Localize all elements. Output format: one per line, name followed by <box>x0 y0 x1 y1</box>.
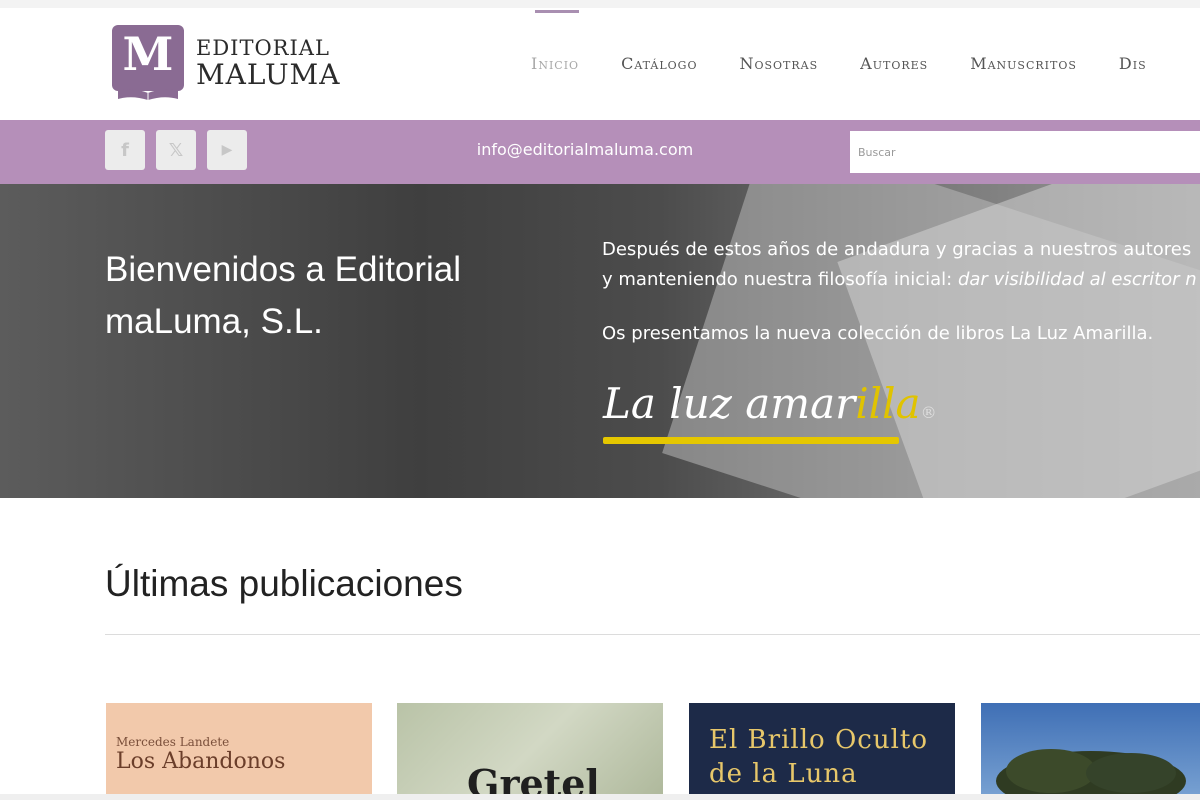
logo-line-1: EDITORIAL <box>196 35 330 60</box>
book-title: Los Abandonos <box>116 749 286 774</box>
collection-logo-text: La luz amarilla® <box>603 379 937 428</box>
book-cover[interactable]: Gretel <box>397 703 663 800</box>
collection-logo-post: lla <box>868 379 921 428</box>
collection-logo-underline <box>603 437 899 444</box>
search-input[interactable] <box>850 131 1200 173</box>
top-border <box>0 0 1200 8</box>
x-twitter-icon[interactable]: 𝕏 <box>156 130 196 170</box>
book-author: Mercedes Landete <box>116 735 230 749</box>
collection-logo-accent: i <box>855 379 869 428</box>
hero-paragraph-1-line-1: Después de estos años de andadura y grac… <box>602 239 1192 260</box>
registered-mark: ® <box>920 403 937 422</box>
hero-paragraph-1-line-2: y manteniendo nuestra filosofía inicial: <box>602 269 958 290</box>
nav-item-autores[interactable]: Autores <box>839 8 949 120</box>
nav-item-truncated[interactable]: Dis <box>1098 8 1168 120</box>
hero-banner: Bienvenidos a Editorial maLuma, S.L. Des… <box>0 184 1200 498</box>
book-title: El Brillo Oculto de la Luna <box>709 725 928 789</box>
youtube-icon[interactable]: ▶ <box>207 130 247 170</box>
nav-item-nosotras[interactable]: Nosotras <box>718 8 839 120</box>
hero-paragraph-1-italic: dar visibilidad al escritor n <box>957 269 1197 290</box>
collection-logo-pre: La luz amar <box>603 379 856 428</box>
logo-text: EDITORIAL MALUMA <box>196 35 341 91</box>
hero-paragraph-1: Después de estos años de andadura y grac… <box>602 235 1200 295</box>
book-cover[interactable] <box>981 703 1200 800</box>
logo-letter: M <box>122 27 174 81</box>
site-logo[interactable]: M EDITORIAL MALUMA <box>112 25 340 101</box>
nav-item-manuscritos[interactable]: Manuscritos <box>949 8 1098 120</box>
main-nav: Inicio Catálogo Nosotras Autores Manuscr… <box>510 8 1168 120</box>
bottom-scroll-strip <box>0 794 1200 800</box>
logo-line-2: MALUMA <box>196 57 341 91</box>
hero-paragraph-2: Os presentamos la nueva colección de lib… <box>602 323 1154 344</box>
nav-item-catalogo[interactable]: Catálogo <box>600 8 718 120</box>
tree-illustration <box>996 749 1186 800</box>
facebook-icon[interactable]: f <box>105 130 145 170</box>
hero-title: Bienvenidos a Editorial maLuma, S.L. <box>105 250 462 341</box>
collection-logo[interactable]: La luz amarilla® <box>603 379 937 444</box>
open-book-icon <box>118 89 178 100</box>
nav-item-inicio[interactable]: Inicio <box>510 8 600 120</box>
book-cover[interactable]: El Brillo Oculto de la Luna <box>689 703 955 800</box>
logo-mark: M <box>112 25 184 101</box>
book-cover[interactable]: Mercedes Landete Los Abandonos <box>106 703 372 800</box>
site-header: M EDITORIAL MALUMA Inicio Catálogo Nosot… <box>0 8 1200 120</box>
section-divider <box>105 634 1200 635</box>
contact-email-link[interactable]: info@editorialmaluma.com <box>430 140 740 159</box>
section-title: Últimas publicaciones <box>105 563 463 604</box>
